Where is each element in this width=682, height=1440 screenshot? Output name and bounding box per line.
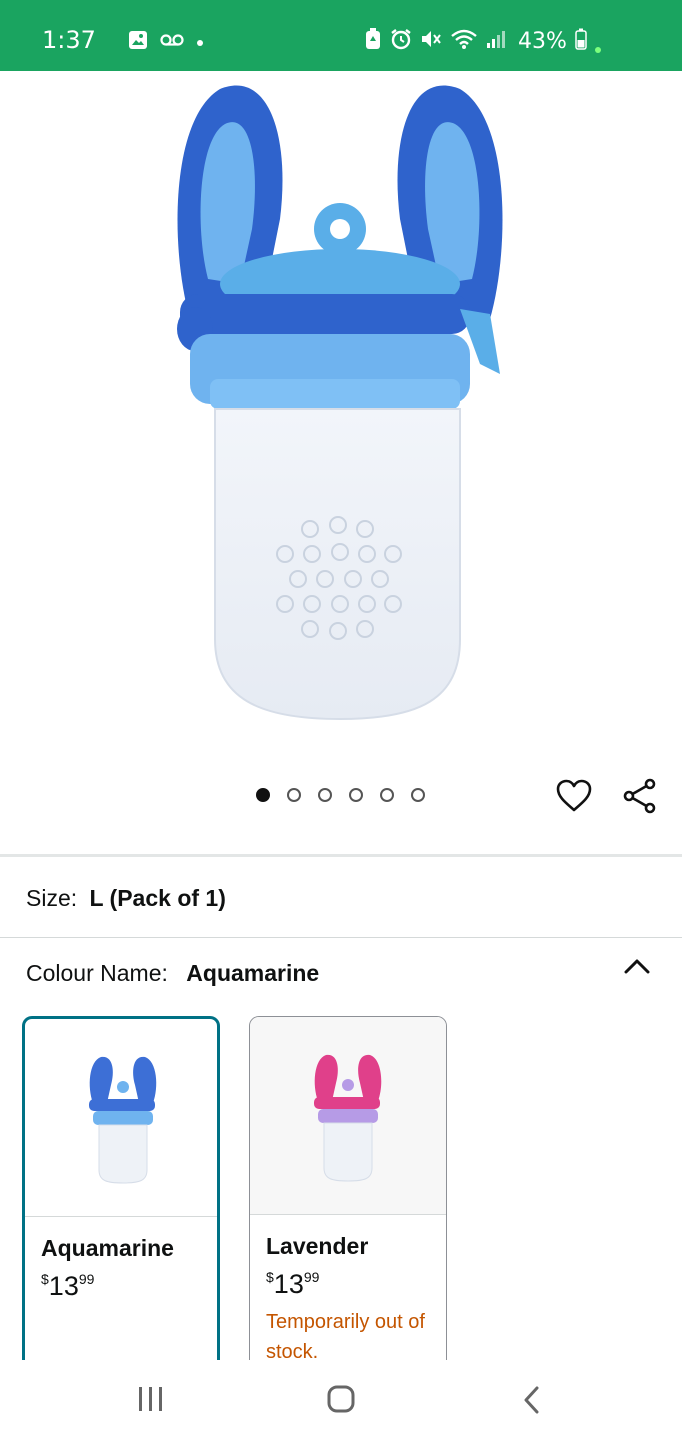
status-right-icons: 43% — [364, 28, 601, 55]
wifi-icon — [450, 28, 478, 55]
carousel-dot[interactable] — [380, 788, 394, 802]
mute-icon — [420, 28, 442, 55]
heart-icon — [556, 779, 592, 812]
share-icon — [623, 778, 656, 814]
colour-option-aquamarine[interactable]: Aquamarine $1399 — [22, 1016, 220, 1376]
back-button[interactable] — [520, 1385, 544, 1420]
charging-dot-icon — [594, 46, 601, 53]
row-divider — [0, 937, 682, 938]
recent-apps-button[interactable] — [137, 1386, 165, 1417]
stock-status: Temporarily out of stock. — [266, 1311, 425, 1363]
carousel-dot[interactable] — [287, 788, 301, 802]
carousel-dot[interactable] — [411, 788, 425, 802]
gallery-icon — [128, 30, 148, 55]
status-bar: 1:37 43% — [0, 0, 682, 71]
share-button[interactable] — [620, 776, 660, 816]
system-navigation-bar — [0, 1360, 682, 1440]
carousel-dot[interactable] — [349, 788, 363, 802]
add-to-wishlist-button[interactable] — [554, 776, 594, 816]
price-cents: 99 — [78, 1271, 95, 1287]
battery-saver-icon — [364, 28, 382, 55]
signal-icon — [486, 29, 506, 54]
colour-option-lavender[interactable]: Lavender $1399 Temporarily out of stock. — [249, 1016, 447, 1376]
size-value: L (Pack of 1) — [89, 885, 226, 911]
swatch-name: Aquamarine — [41, 1235, 174, 1261]
feeder-illustration — [177, 85, 503, 721]
back-icon — [524, 1386, 539, 1414]
colour-label: Colour Name: — [26, 960, 168, 986]
section-divider — [0, 854, 682, 857]
product-image[interactable] — [0, 71, 682, 761]
price-currency: $ — [266, 1269, 274, 1285]
swatch-image — [250, 1017, 446, 1215]
swatch-price: $1399 — [266, 1269, 319, 1300]
colour-value: Aquamarine — [186, 960, 320, 986]
recent-apps-icon — [139, 1387, 162, 1411]
feeder-thumbnail — [314, 1054, 382, 1182]
swatch-price: $1399 — [41, 1271, 94, 1302]
home-button[interactable] — [326, 1384, 356, 1419]
carousel-dot[interactable] — [318, 788, 332, 802]
carousel-dot[interactable] — [256, 788, 270, 802]
price-whole: 13 — [48, 1271, 79, 1301]
swatch-name: Lavender — [266, 1233, 369, 1259]
battery-icon — [575, 28, 587, 55]
alarm-icon — [390, 28, 412, 55]
feeder-thumbnail — [89, 1056, 157, 1184]
size-selector[interactable]: Size: L (Pack of 1) — [26, 885, 226, 912]
swatch-image — [25, 1019, 217, 1217]
status-time: 1:37 — [42, 26, 96, 54]
chevron-up-icon — [624, 959, 650, 974]
collapse-colour-button[interactable] — [620, 952, 654, 982]
voicemail-icon — [160, 33, 184, 52]
image-carousel-dots — [256, 788, 425, 802]
status-left-icons — [128, 30, 204, 55]
price-whole: 13 — [273, 1269, 304, 1299]
colour-header: Colour Name: Aquamarine — [26, 960, 319, 987]
price-cents: 99 — [303, 1269, 320, 1285]
battery-percentage: 43% — [518, 29, 567, 54]
price-currency: $ — [41, 1271, 49, 1287]
notification-dot-icon — [196, 34, 204, 52]
size-label: Size: — [26, 885, 78, 911]
home-icon — [327, 1385, 355, 1413]
